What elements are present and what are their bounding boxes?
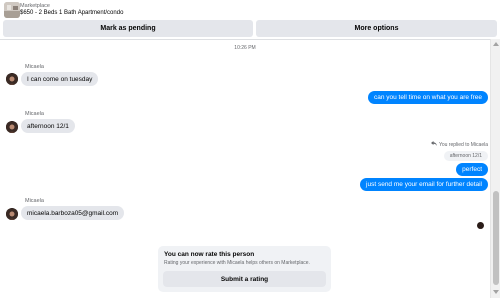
mark-as-pending-button[interactable]: Mark as pending <box>3 20 253 37</box>
listing-thumbnail[interactable] <box>4 2 20 18</box>
outgoing-message: perfect <box>456 163 488 176</box>
incoming-message: afternoon 12/1 <box>21 119 75 133</box>
scrollbar[interactable] <box>490 39 500 298</box>
header-divider <box>0 39 490 40</box>
outgoing-message: just send me your email for further deta… <box>360 178 488 191</box>
listing-source: Marketplace <box>20 3 50 9</box>
incoming-message: I can come on tuesday <box>21 72 99 86</box>
rating-card: You can now rate this person Rating your… <box>158 246 331 292</box>
outgoing-message: can you tell time on what you are free <box>367 91 488 104</box>
sender-name: Micaela <box>25 64 44 70</box>
avatar[interactable] <box>6 73 18 85</box>
scrollbar-thumb[interactable] <box>493 191 499 285</box>
avatar[interactable] <box>6 208 18 220</box>
reply-notice: You replied to Micaela <box>430 141 488 148</box>
seen-indicator-avatar <box>477 222 484 229</box>
quoted-message: afternoon 12/1 <box>443 151 488 161</box>
incoming-message: micaela.barboza05@gmail.com <box>21 206 125 220</box>
reply-arrow-icon <box>430 141 437 148</box>
scroll-up-arrow-icon[interactable] <box>493 42 499 46</box>
more-options-button[interactable]: More options <box>256 20 497 37</box>
sender-name: Micaela <box>25 111 44 117</box>
rating-title: You can now rate this person <box>164 251 255 258</box>
avatar[interactable] <box>6 121 18 133</box>
rating-description: Rating your experience with Micaela help… <box>164 260 310 266</box>
listing-title[interactable]: $650 - 2 Beds 1 Bath Apartment/condo <box>20 10 123 16</box>
conversation-header: Marketplace $650 - 2 Beds 1 Bath Apartme… <box>0 0 500 20</box>
submit-rating-button[interactable]: Submit a rating <box>163 271 326 287</box>
sender-name: Micaela <box>25 198 44 204</box>
message-timestamp: 10:26 PM <box>234 45 256 51</box>
reply-notice-text: You replied to Micaela <box>438 141 488 148</box>
scroll-down-arrow-icon[interactable] <box>493 290 499 294</box>
